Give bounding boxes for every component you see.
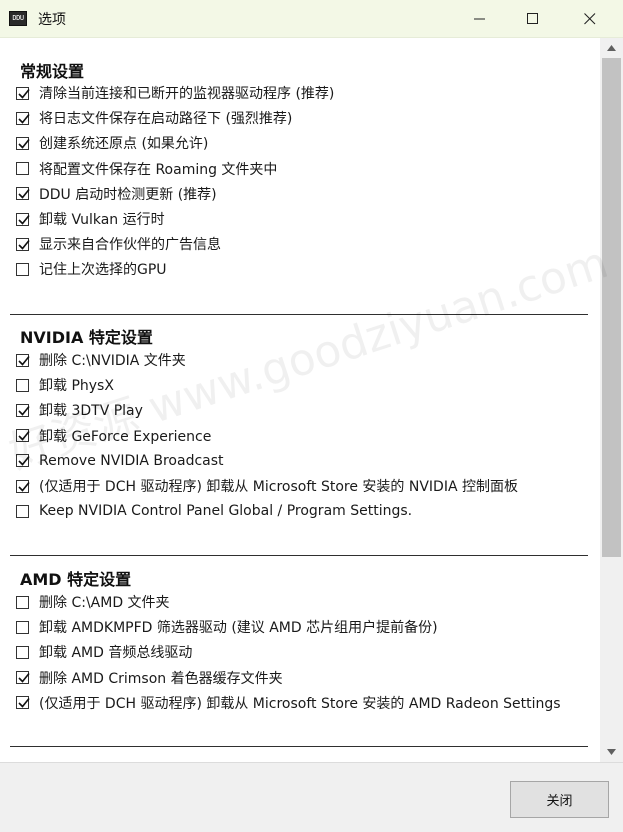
option-label: 显示来自合作伙伴的广告信息 — [39, 237, 221, 254]
option-label: (仅适用于 DCH 驱动程序) 卸载从 Microsoft Store 安装的 … — [39, 695, 561, 712]
title-bar: DDU 选项 — [0, 0, 623, 38]
section-divider — [10, 314, 588, 315]
option-label: Remove NVIDIA Broadcast — [39, 452, 224, 469]
vertical-scrollbar[interactable] — [600, 38, 623, 762]
option-row[interactable]: (仅适用于 DCH 驱动程序) 卸载从 Microsoft Store 安装的 … — [16, 476, 518, 496]
checkmark-icon — [18, 698, 30, 708]
checkbox-checked[interactable] — [16, 696, 30, 710]
checkbox-checked[interactable] — [16, 111, 30, 125]
section-divider — [10, 746, 588, 747]
option-row[interactable]: 将配置文件保存在 Roaming 文件夹中 — [16, 159, 277, 179]
checkbox-checked[interactable] — [16, 479, 30, 493]
option-row[interactable]: 删除 C:\NVIDIA 文件夹 — [16, 350, 186, 370]
option-label: Keep NVIDIA Control Panel Global / Progr… — [39, 503, 413, 520]
minimize-icon — [474, 18, 485, 19]
option-label: 创建系统还原点 (如果允许) — [39, 136, 209, 153]
checkbox-checked[interactable] — [16, 671, 30, 685]
scroll-down-button[interactable] — [600, 742, 623, 762]
option-row[interactable]: 卸载 AMD 音频总线驱动 — [16, 642, 192, 662]
checkbox-unchecked[interactable] — [16, 620, 29, 634]
option-label: DDU 启动时检测更新 (推荐) — [39, 186, 217, 203]
option-label: 卸载 PhysX — [39, 378, 114, 395]
option-label: (仅适用于 DCH 驱动程序) 卸载从 Microsoft Store 安装的 … — [39, 479, 518, 495]
option-row[interactable]: Remove NVIDIA Broadcast — [16, 451, 224, 471]
option-label: 将配置文件保存在 Roaming 文件夹中 — [39, 161, 278, 178]
checkbox-checked[interactable] — [16, 136, 30, 150]
checkmark-icon — [18, 88, 30, 99]
option-row[interactable]: 创建系统还原点 (如果允许) — [16, 133, 208, 153]
checkbox-unchecked[interactable] — [16, 378, 29, 392]
minimize-button[interactable] — [457, 0, 503, 37]
scroll-up-button[interactable] — [600, 38, 623, 58]
checkbox-unchecked[interactable] — [16, 595, 29, 609]
section-title-amd: AMD 特定设置 — [20, 570, 132, 589]
checkbox-checked[interactable] — [16, 353, 30, 367]
option-row[interactable]: 删除 C:\AMD 文件夹 — [16, 592, 170, 612]
option-row[interactable]: 记住上次选择的GPU — [16, 259, 167, 279]
option-label: 将日志文件保存在启动路径下 (强烈推荐) — [39, 111, 293, 128]
checkmark-icon — [18, 214, 30, 225]
section-divider — [10, 555, 588, 556]
checkmark-icon — [18, 113, 30, 124]
option-label: 记住上次选择的GPU — [39, 262, 167, 279]
option-row[interactable]: (仅适用于 DCH 驱动程序) 卸载从 Microsoft Store 安装的 … — [16, 693, 561, 713]
option-label: 卸载 Vulkan 运行时 — [39, 212, 165, 228]
close-window-button[interactable] — [567, 0, 613, 37]
option-label: 卸载 3DTV Play — [39, 403, 143, 420]
checkmark-icon — [18, 431, 30, 441]
checkmark-icon — [18, 673, 30, 683]
option-row[interactable]: 卸载 3DTV Play — [16, 400, 143, 420]
checkbox-unchecked[interactable] — [16, 504, 29, 518]
arrow-down-icon — [607, 749, 616, 755]
option-label: 删除 C:\NVIDIA 文件夹 — [39, 353, 186, 369]
option-row[interactable]: 卸载 GeForce Experience — [16, 426, 211, 446]
option-row[interactable]: 卸载 PhysX — [16, 375, 114, 395]
option-label: 卸载 AMDKMPFD 筛选器驱动 (建议 AMD 芯片组用户提前备份) — [39, 620, 438, 637]
section-title-general: 常规设置 — [20, 62, 85, 81]
section-title-nvidia: NVIDIA 特定设置 — [20, 328, 153, 347]
option-label: 删除 AMD Crimson 着色器缓存文件夹 — [39, 670, 283, 687]
arrow-up-icon — [607, 45, 616, 51]
checkmark-icon — [18, 189, 30, 199]
option-label: 清除当前连接和已断开的监视器驱动程序 (推荐) — [39, 86, 335, 102]
options-panel: 常规设置 清除当前连接和已断开的监视器驱动程序 (推荐) 将日志文件保存在启动路径… — [0, 38, 600, 762]
option-row[interactable]: Keep NVIDIA Control Panel Global / Progr… — [16, 501, 412, 521]
checkbox-checked[interactable] — [16, 454, 30, 468]
dialog-footer: 关闭 — [0, 762, 623, 832]
checkbox-unchecked[interactable] — [16, 645, 29, 659]
close-button[interactable]: 关闭 — [510, 781, 609, 818]
checkbox-checked[interactable] — [16, 237, 30, 251]
checkbox-unchecked[interactable] — [16, 162, 29, 176]
option-row[interactable]: 清除当前连接和已断开的监视器驱动程序 (推荐) — [16, 83, 334, 103]
option-row[interactable]: 卸载 Vulkan 运行时 — [16, 209, 165, 229]
checkmark-icon — [18, 239, 30, 250]
option-label: 删除 C:\AMD 文件夹 — [39, 595, 170, 611]
checkmark-icon — [18, 138, 30, 149]
ddu-app-icon: DDU — [9, 11, 27, 26]
option-row[interactable]: 将日志文件保存在启动路径下 (强烈推荐) — [16, 108, 292, 128]
option-row[interactable]: DDU 启动时检测更新 (推荐) — [16, 184, 217, 204]
checkbox-unchecked[interactable] — [16, 262, 29, 276]
checkmark-icon — [18, 405, 30, 416]
checkbox-checked[interactable] — [16, 187, 30, 201]
checkbox-checked[interactable] — [16, 429, 30, 443]
option-row[interactable]: 卸载 AMDKMPFD 筛选器驱动 (建议 AMD 芯片组用户提前备份) — [16, 617, 438, 637]
option-label: 卸载 GeForce Experience — [39, 428, 212, 445]
option-label: 卸载 AMD 音频总线驱动 — [39, 645, 193, 662]
maximize-button[interactable] — [510, 0, 556, 37]
option-row[interactable]: 删除 AMD Crimson 着色器缓存文件夹 — [16, 668, 283, 688]
window-title: 选项 — [38, 12, 66, 28]
maximize-icon — [527, 12, 538, 24]
checkbox-checked[interactable] — [16, 403, 30, 417]
checkmark-icon — [18, 481, 30, 492]
close-icon — [584, 12, 596, 24]
checkmark-icon — [18, 355, 30, 366]
scrollbar-thumb[interactable] — [602, 58, 621, 557]
option-row[interactable]: 显示来自合作伙伴的广告信息 — [16, 234, 221, 254]
checkbox-checked[interactable] — [16, 86, 30, 100]
checkbox-checked[interactable] — [16, 212, 30, 226]
checkmark-icon — [18, 456, 30, 466]
